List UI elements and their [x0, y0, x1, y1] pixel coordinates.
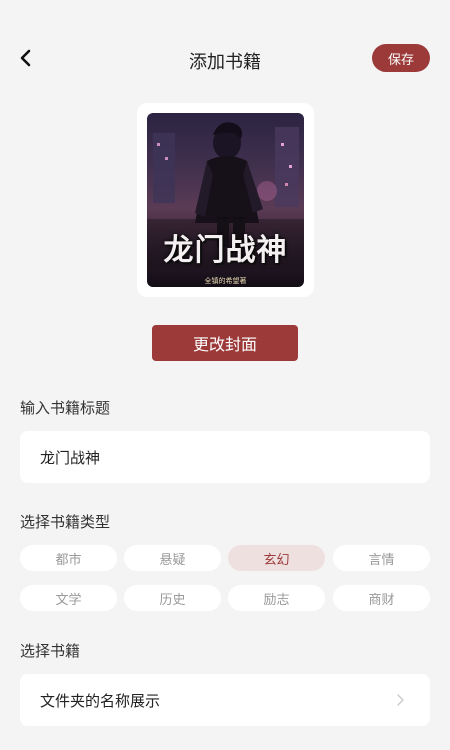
- book-cover-frame: 龙门战神 全镇的希望著: [137, 103, 314, 297]
- book-cover-image: 龙门战神 全镇的希望著: [147, 113, 304, 287]
- change-cover-button[interactable]: 更改封面: [152, 325, 298, 361]
- tag-shangcai[interactable]: 商财: [333, 585, 430, 611]
- tag-wenxue[interactable]: 文学: [20, 585, 117, 611]
- chevron-right-icon: [397, 694, 404, 706]
- header: 添加书籍 保存: [0, 0, 450, 118]
- tag-lishi[interactable]: 历史: [124, 585, 221, 611]
- tag-xuanyi[interactable]: 悬疑: [124, 545, 221, 571]
- type-section-label: 选择书籍类型: [20, 513, 111, 531]
- title-section-label: 输入书籍标题: [20, 399, 111, 417]
- tag-xuanhuan[interactable]: 玄幻: [228, 545, 325, 571]
- cover-author-text: 全镇的希望著: [204, 277, 247, 285]
- tag-yanqing[interactable]: 言情: [333, 545, 430, 571]
- tag-lizhi[interactable]: 励志: [228, 585, 325, 611]
- tag-dushi[interactable]: 都市: [20, 545, 117, 571]
- save-button[interactable]: 保存: [372, 44, 430, 72]
- cover-title-text: 龙门战神: [163, 233, 288, 268]
- book-folder-value: 文件夹的名称展示: [40, 691, 161, 710]
- book-section-label: 选择书籍: [20, 642, 81, 660]
- book-title-input[interactable]: 龙门战神: [20, 431, 430, 483]
- book-folder-selector[interactable]: 文件夹的名称展示: [20, 674, 430, 726]
